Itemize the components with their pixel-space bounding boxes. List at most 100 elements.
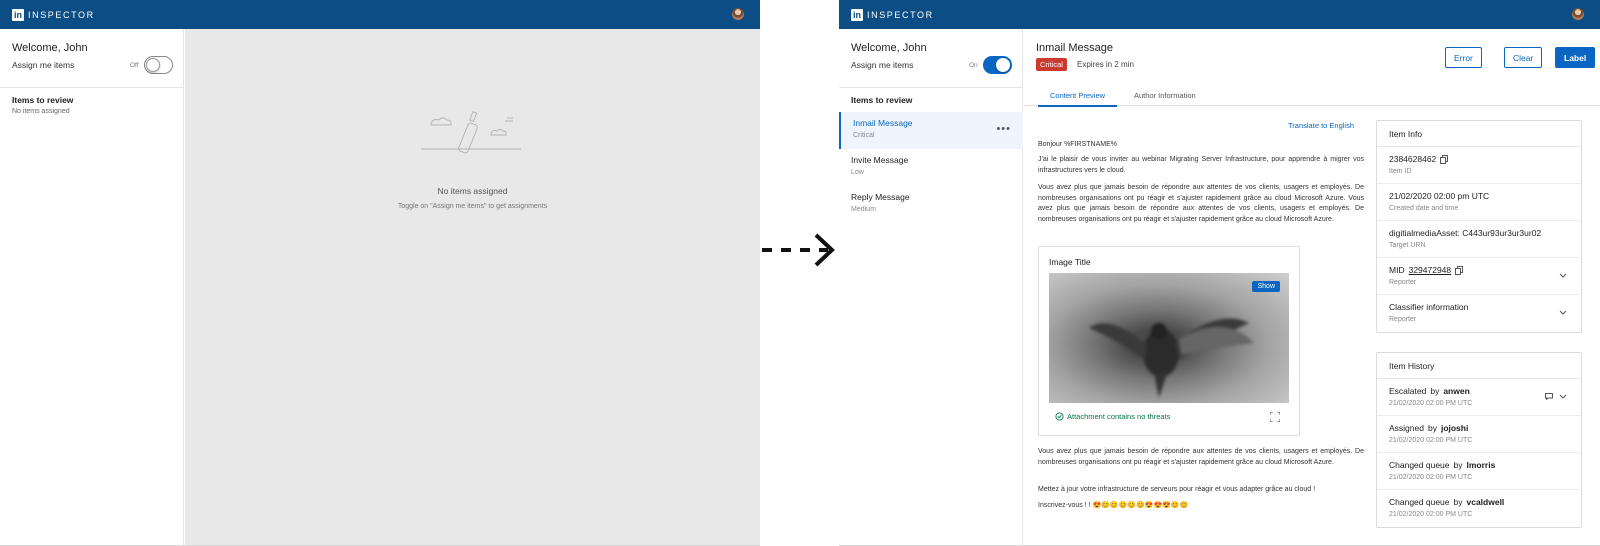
target-urn-value: digitialmediaAsset: C443ur93ur3ur3ur02 <box>1389 228 1542 238</box>
tab-content-preview[interactable]: Content Preview <box>1038 91 1118 107</box>
avatar[interactable] <box>1572 8 1584 20</box>
image-title: Image Title <box>1049 257 1091 267</box>
history-by: by <box>1453 460 1463 470</box>
list-item-reply[interactable]: Reply Message Medium <box>839 186 1023 223</box>
items-empty-text: No items assigned <box>12 108 70 115</box>
linkedin-logo-icon: in <box>851 8 863 21</box>
divider <box>839 87 1022 88</box>
item-history-panel: Item History Escalated by anwen 21/02/2020… <box>1376 352 1582 528</box>
welcome-heading: Welcome, John <box>851 42 927 54</box>
assign-toggle[interactable] <box>144 56 173 74</box>
transition-arrow-icon <box>762 233 835 267</box>
status-badge: Critical <box>1036 58 1067 71</box>
top-bar: in INSPECTOR <box>0 0 760 29</box>
copy-icon[interactable] <box>1455 265 1464 275</box>
list-item-severity: Medium <box>851 206 876 213</box>
history-action: Changed queue <box>1389 460 1450 470</box>
toggle-knob <box>996 58 1010 72</box>
list-item-title: Inmail Message <box>853 118 913 128</box>
history-user: jojoshi <box>1440 423 1469 433</box>
message-paragraph: Vous avez plus que jamais besoin de répo… <box>1038 184 1364 223</box>
tab-bar: Content Preview Author Information <box>1024 87 1600 107</box>
history-action: Changed queue <box>1389 497 1450 507</box>
item-history-title: Item History <box>1377 353 1581 379</box>
list-item-invite[interactable]: Invite Message Low <box>839 149 1023 186</box>
history-by: by <box>1427 423 1437 433</box>
page-title: Inmail Message <box>1036 42 1114 54</box>
toggle-knob <box>146 58 160 72</box>
tab-author-information[interactable]: Author Information <box>1134 91 1196 105</box>
mid-link[interactable]: 329472948 <box>1409 265 1452 275</box>
list-item-severity: Low <box>851 169 864 176</box>
avatar[interactable] <box>732 8 744 20</box>
items-to-review-title: Items to review <box>12 95 74 105</box>
assign-label: Assign me items <box>12 60 75 70</box>
history-action: Assigned <box>1389 423 1424 433</box>
blurred-image: Show <box>1049 273 1289 403</box>
item-info-title: Item Info <box>1377 121 1581 147</box>
comment-icon[interactable] <box>1545 393 1553 400</box>
list-item-title: Invite Message <box>851 155 909 165</box>
toggle-state-label: Off <box>130 62 139 69</box>
history-time: 21/02/2020 02:00 PM UTC <box>1389 437 1473 444</box>
empty-state-title: No items assigned <box>437 186 508 196</box>
message-greeting: Bonjour %FIRSTNAME% <box>1038 141 1117 148</box>
item-id-value: 2384628462 <box>1389 154 1437 164</box>
linkedin-logo-icon: in <box>12 8 24 21</box>
check-circle-icon <box>1055 412 1064 421</box>
created-label: Created date and time <box>1389 205 1459 212</box>
history-time: 21/02/2020 02:00 PM UTC <box>1389 474 1473 481</box>
top-bar: in INSPECTOR <box>839 0 1600 29</box>
history-row: Changed queue by lmorris 21/02/2020 02:00 … <box>1377 453 1581 490</box>
bird-image-icon <box>1089 318 1254 398</box>
expires-text: Expires in 2 min <box>1077 60 1134 69</box>
translate-link[interactable]: Translate to English <box>1288 121 1354 130</box>
classifier-label: Reporter <box>1389 316 1417 323</box>
assign-toggle[interactable] <box>983 56 1012 74</box>
list-item-inmail[interactable]: Inmail Message Critical ••• <box>839 112 1023 149</box>
list-item-severity: Critical <box>853 132 875 139</box>
message-paragraph: Mettez à jour votre infrastructure de se… <box>1038 486 1316 493</box>
classifier-value: Classifier information <box>1389 302 1469 312</box>
history-row: Escalated by anwen 21/02/2020 02:00 PM UTC <box>1377 379 1581 416</box>
history-row: Changed queue by vcaldwell 21/02/2020 02:0… <box>1377 490 1581 527</box>
history-time: 21/02/2020 02:00 PM UTC <box>1389 511 1473 518</box>
more-options-icon[interactable]: ••• <box>996 123 1011 135</box>
sidebar: Welcome, John Assign me items On Items t… <box>839 29 1023 545</box>
clear-button[interactable]: Clear <box>1504 47 1543 68</box>
copy-icon[interactable] <box>1440 154 1449 164</box>
attachment-status-text: Attachment contains no threats <box>1067 412 1171 421</box>
list-item-title: Reply Message <box>851 192 910 202</box>
history-row: Assigned by jojoshi 21/02/2020 02:00 PM UT… <box>1377 416 1581 453</box>
app-brand: INSPECTOR <box>867 9 934 20</box>
reporter-row[interactable]: MID 329472948 Reporter <box>1377 258 1581 295</box>
fullscreen-icon[interactable] <box>1270 412 1280 422</box>
history-time: 21/02/2020 02:00 PM UTC <box>1389 400 1473 407</box>
message-signup: Inscrivez-vous ! ! 😍😊😊😊😊😊😍😍😍😊😊 <box>1038 502 1189 509</box>
item-info-panel: Item Info 2384628462 Item ID 21/02/2020 … <box>1376 120 1582 333</box>
classifier-row[interactable]: Classifier information Reporter <box>1377 295 1581 332</box>
divider <box>0 87 183 88</box>
toggle-state-label: On <box>969 62 978 69</box>
show-image-button[interactable]: Show <box>1252 281 1280 292</box>
history-by: by <box>1430 386 1440 396</box>
inspector-window-empty: in INSPECTOR Welcome, John Assign me ite… <box>0 0 760 546</box>
app-brand: INSPECTOR <box>28 9 95 20</box>
item-id-label: Item ID <box>1389 168 1412 175</box>
history-user: lmorris <box>1466 460 1496 470</box>
welcome-heading: Welcome, John <box>12 42 88 54</box>
chevron-down-icon[interactable] <box>1559 310 1567 315</box>
created-row: 21/02/2020 02:00 pm UTC Created date and… <box>1377 184 1581 221</box>
chevron-down-icon[interactable] <box>1559 394 1567 399</box>
image-card: Image Title Show Attachment contains no … <box>1038 246 1300 436</box>
history-user: anwen <box>1443 386 1470 396</box>
chevron-down-icon[interactable] <box>1559 273 1567 278</box>
label-button[interactable]: Label <box>1555 47 1596 68</box>
history-user: vcaldwell <box>1466 497 1505 507</box>
created-value: 21/02/2020 02:00 pm UTC <box>1389 191 1490 201</box>
error-button[interactable]: Error <box>1445 47 1482 68</box>
empty-state-subtitle: Toggle on "Assign me items" to get assig… <box>397 203 548 210</box>
empty-state-panel: No items assigned Toggle on "Assign me i… <box>185 29 760 545</box>
item-id-row: 2384628462 Item ID <box>1377 147 1581 184</box>
inspector-window-active: in INSPECTOR Welcome, John Assign me ite… <box>839 0 1600 546</box>
